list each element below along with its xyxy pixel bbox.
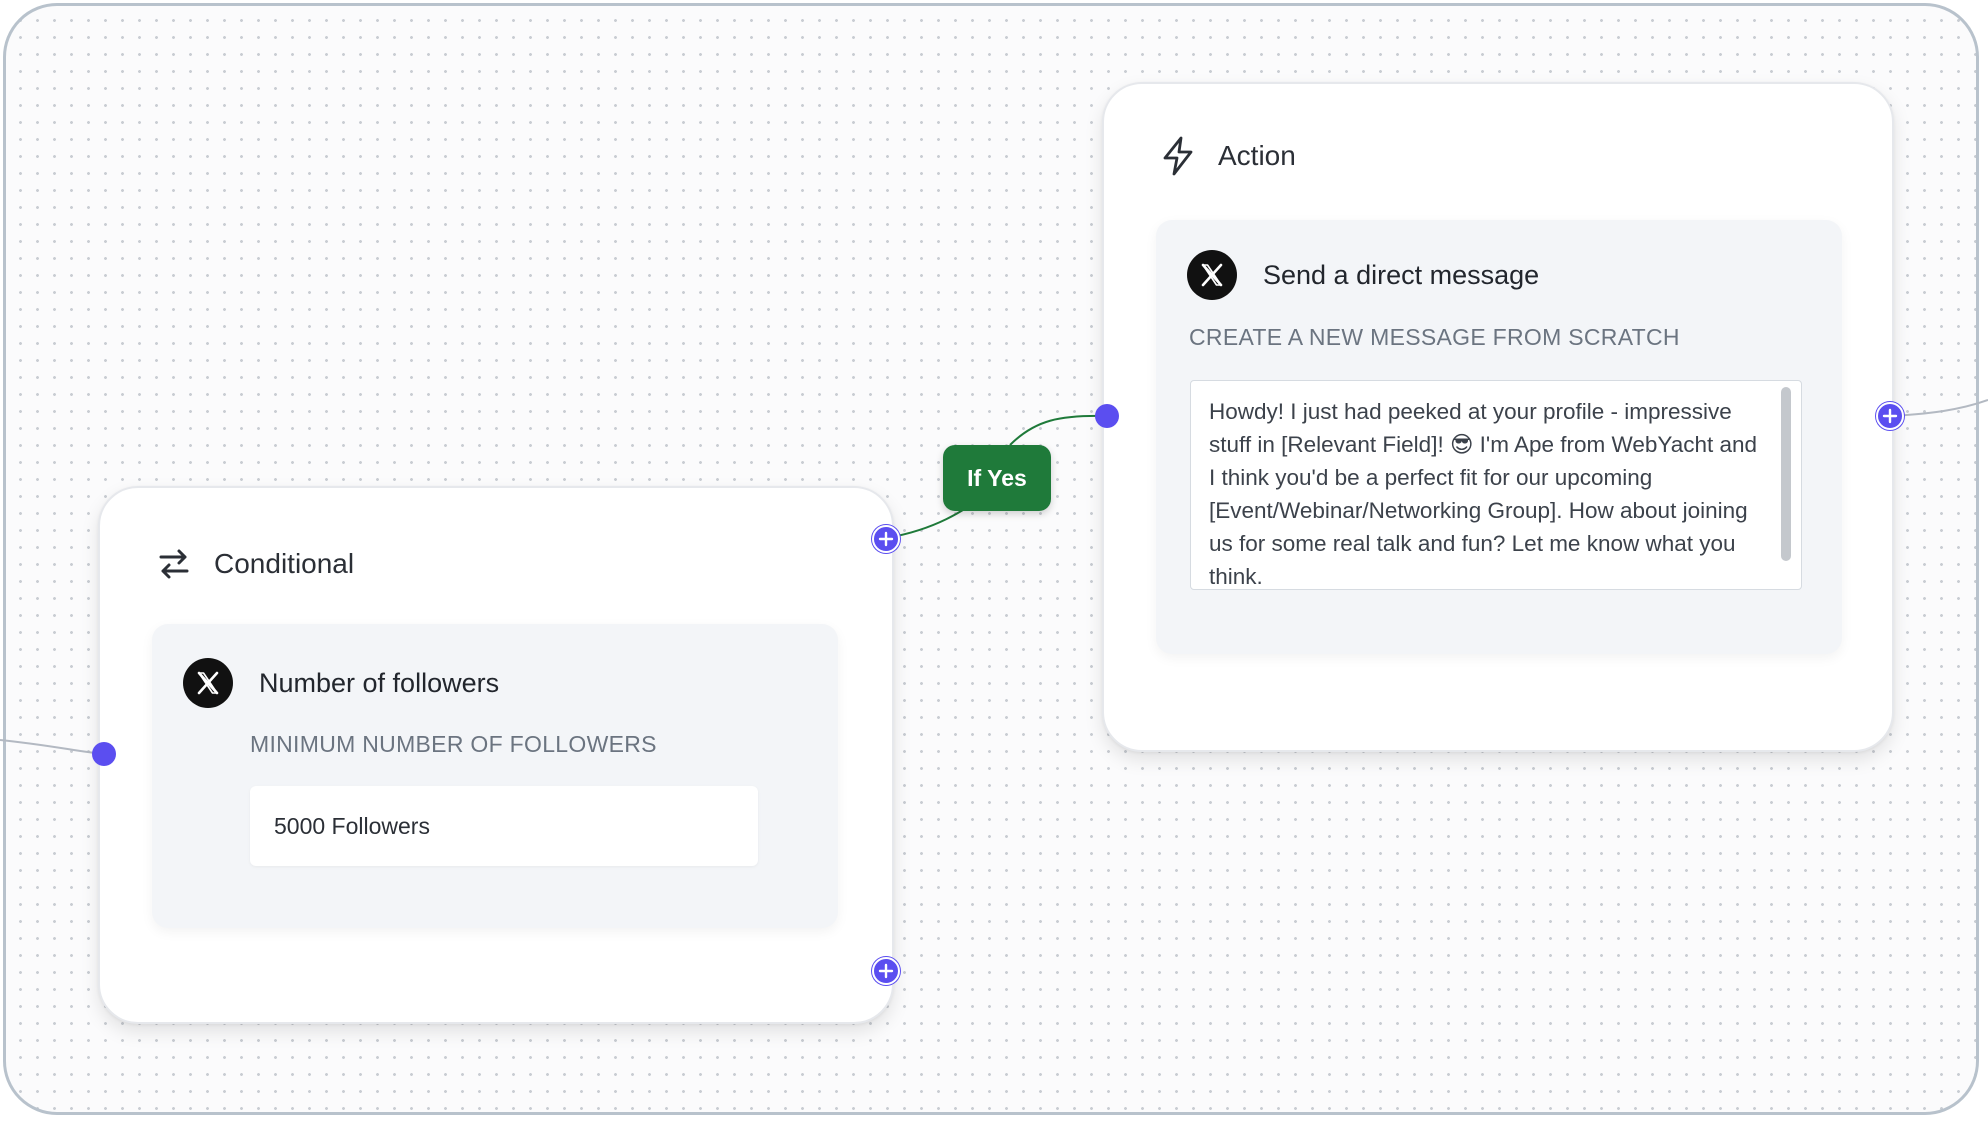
if-yes-edge-label[interactable]: If Yes bbox=[943, 445, 1051, 511]
x-logo-icon bbox=[1187, 250, 1237, 300]
x-logo-icon bbox=[183, 658, 233, 708]
if-yes-edge-upper bbox=[1009, 414, 1107, 446]
send-dm-panel[interactable]: Send a direct message CREATE A NEW MESSA… bbox=[1156, 220, 1842, 654]
action-input-port[interactable] bbox=[1095, 404, 1119, 428]
action-node-header: Action bbox=[1158, 136, 1296, 176]
message-textarea[interactable]: Howdy! I just had peeked at your profile… bbox=[1190, 380, 1802, 590]
min-followers-caption: MINIMUM NUMBER OF FOLLOWERS bbox=[250, 731, 657, 757]
outgoing-edge bbox=[1889, 399, 1988, 417]
conditional-no-output-port[interactable] bbox=[872, 957, 900, 985]
send-dm-row: Send a direct message bbox=[1187, 250, 1539, 300]
conditional-node-title: Conditional bbox=[214, 548, 355, 579]
min-followers-input[interactable]: 5000 Followers bbox=[250, 786, 758, 866]
conditional-node[interactable]: Conditional Number of followers MINIMUM … bbox=[98, 486, 894, 1024]
followers-condition-panel[interactable]: Number of followers MINIMUM NUMBER OF FO… bbox=[152, 624, 838, 928]
followers-condition-row: Number of followers bbox=[183, 658, 499, 708]
followers-condition-label: Number of followers bbox=[259, 667, 500, 698]
incoming-edge bbox=[0, 739, 105, 755]
action-node[interactable]: Action Send a direct message CREATE A NE… bbox=[1102, 82, 1894, 752]
message-scrollbar[interactable] bbox=[1781, 387, 1791, 561]
new-message-caption: CREATE A NEW MESSAGE FROM SCRATCH bbox=[1189, 324, 1680, 350]
swap-arrows-icon bbox=[154, 544, 194, 584]
sunglasses-emoji-icon: 😎 bbox=[1449, 432, 1474, 457]
conditional-node-header: Conditional bbox=[154, 544, 354, 584]
conditional-input-port[interactable] bbox=[92, 742, 116, 766]
message-text: Howdy! I just had peeked at your profile… bbox=[1209, 395, 1769, 589]
action-output-port[interactable] bbox=[1876, 402, 1904, 430]
send-dm-label: Send a direct message bbox=[1263, 259, 1540, 290]
conditional-yes-output-port[interactable] bbox=[872, 525, 900, 553]
action-node-title: Action bbox=[1218, 140, 1296, 171]
lightning-bolt-icon bbox=[1158, 136, 1198, 176]
